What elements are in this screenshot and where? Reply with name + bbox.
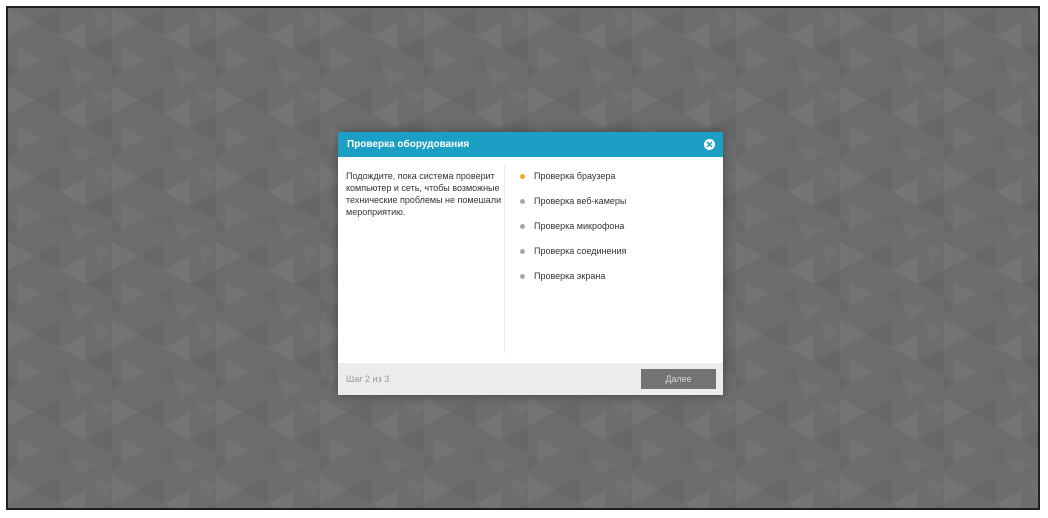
equipment-check-dialog: Проверка оборудования Подождите, пока си… bbox=[338, 132, 723, 395]
dialog-body: Подождите, пока система проверит компьют… bbox=[338, 157, 723, 363]
check-item-microphone: Проверка микрофона bbox=[520, 220, 626, 232]
check-label: Проверка экрана bbox=[534, 271, 606, 281]
check-item-webcam: Проверка веб-камеры bbox=[520, 195, 626, 207]
dialog-header: Проверка оборудования bbox=[338, 132, 723, 157]
checks-list: Проверка браузера Проверка веб-камеры Пр… bbox=[505, 157, 626, 363]
dialog-title: Проверка оборудования bbox=[347, 139, 470, 150]
check-item-connection: Проверка соединения bbox=[520, 245, 626, 257]
close-icon bbox=[706, 141, 713, 148]
check-label: Проверка веб-камеры bbox=[534, 196, 627, 206]
app-frame: Проверка оборудования Подождите, пока си… bbox=[6, 6, 1040, 510]
check-label: Проверка микрофона bbox=[534, 221, 625, 231]
status-dot-icon bbox=[520, 248, 525, 254]
status-dot-icon bbox=[520, 273, 525, 279]
check-label: Проверка браузера bbox=[534, 171, 616, 181]
check-item-browser: Проверка браузера bbox=[520, 170, 626, 182]
step-counter: Шаг 2 из 3 bbox=[346, 374, 390, 384]
status-dot-icon bbox=[520, 173, 525, 179]
dialog-footer: Шаг 2 из 3 Далее bbox=[338, 363, 723, 395]
status-dot-icon bbox=[520, 223, 525, 229]
close-button[interactable] bbox=[704, 139, 715, 150]
dialog-description: Подождите, пока система проверит компьют… bbox=[346, 171, 502, 217]
next-button[interactable]: Далее bbox=[641, 369, 716, 389]
check-label: Проверка соединения bbox=[534, 246, 627, 256]
status-dot-icon bbox=[520, 198, 525, 204]
check-item-screen: Проверка экрана bbox=[520, 270, 626, 282]
